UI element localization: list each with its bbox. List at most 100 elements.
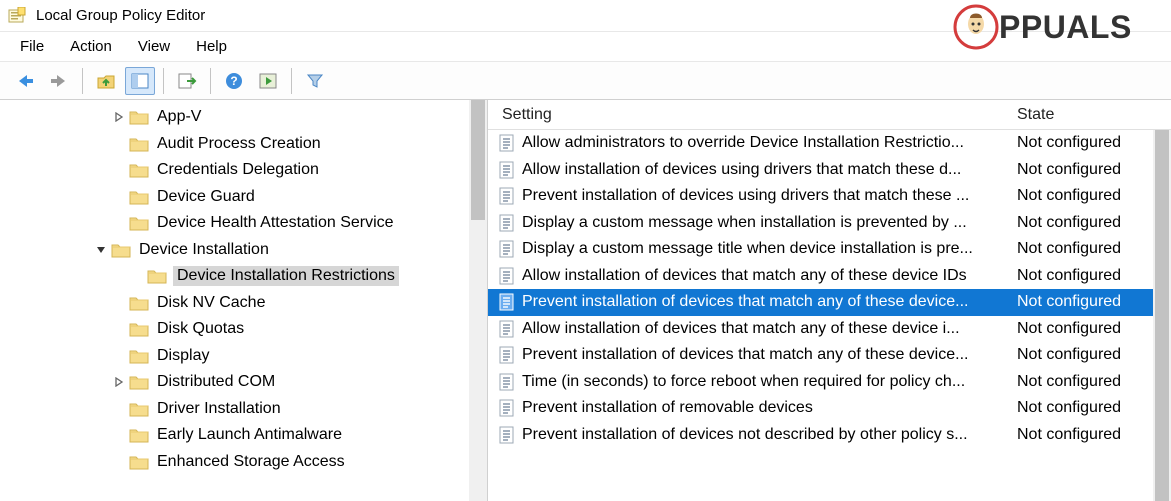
menubar: File Action View Help bbox=[0, 32, 1171, 62]
svg-text:?: ? bbox=[230, 74, 237, 88]
folder-icon bbox=[129, 348, 149, 364]
folder-icon bbox=[111, 242, 131, 258]
tree-item-label: Device Guard bbox=[157, 188, 255, 205]
column-header-setting[interactable]: Setting bbox=[488, 106, 1017, 124]
list-row[interactable]: Prevent installation of removable device… bbox=[488, 395, 1171, 422]
chevron-right-icon[interactable] bbox=[112, 110, 126, 124]
tree-item[interactable]: Device Guard bbox=[0, 184, 487, 211]
list-row[interactable]: Allow installation of devices that match… bbox=[488, 263, 1171, 290]
tree-item-label: Device Installation bbox=[139, 241, 269, 258]
back-button[interactable] bbox=[10, 67, 40, 95]
tree-panel: App-V Audit Process Creation Credentials D… bbox=[0, 100, 488, 501]
tree-item-label: Device Installation Restrictions bbox=[177, 267, 395, 284]
setting-state: Not configured bbox=[1017, 373, 1153, 391]
setting-name: Allow installation of devices that match… bbox=[522, 320, 1017, 338]
policy-icon bbox=[498, 134, 516, 152]
list-body: Allow administrators to override Device … bbox=[488, 130, 1171, 501]
forward-button[interactable] bbox=[44, 67, 74, 95]
setting-state: Not configured bbox=[1017, 161, 1153, 179]
setting-name: Allow administrators to override Device … bbox=[522, 134, 1017, 152]
setting-state: Not configured bbox=[1017, 320, 1153, 338]
export-button[interactable] bbox=[172, 67, 202, 95]
tree-item[interactable]: Device Health Attestation Service bbox=[0, 210, 487, 237]
tree-item[interactable]: Early Launch Antimalware bbox=[0, 422, 487, 449]
tree-item[interactable]: Audit Process Creation bbox=[0, 131, 487, 158]
column-header-state[interactable]: State bbox=[1017, 106, 1153, 124]
folder-icon bbox=[129, 215, 149, 231]
scrollbar-thumb[interactable] bbox=[471, 100, 485, 220]
tree-item[interactable]: Distributed COM bbox=[0, 369, 487, 396]
window-title: Local Group Policy Editor bbox=[36, 7, 205, 24]
policy-icon bbox=[498, 267, 516, 285]
tree-item[interactable]: Device Installation Restrictions bbox=[0, 263, 487, 290]
scrollbar-thumb[interactable] bbox=[1155, 130, 1169, 501]
list-row[interactable]: Allow installation of devices using driv… bbox=[488, 157, 1171, 184]
list-row[interactable]: Prevent installation of devices that mat… bbox=[488, 289, 1171, 316]
policy-icon bbox=[498, 320, 516, 338]
tree-item-label: Device Health Attestation Service bbox=[157, 214, 394, 231]
run-button[interactable] bbox=[253, 67, 283, 95]
menu-file[interactable]: File bbox=[20, 38, 44, 55]
tree-item-label: Audit Process Creation bbox=[157, 135, 321, 152]
tree-item[interactable]: Display bbox=[0, 343, 487, 370]
tree-item[interactable]: Disk NV Cache bbox=[0, 290, 487, 317]
menu-action[interactable]: Action bbox=[70, 38, 112, 55]
tree-item[interactable]: Credentials Delegation bbox=[0, 157, 487, 184]
help-button[interactable]: ? bbox=[219, 67, 249, 95]
menu-view[interactable]: View bbox=[138, 38, 170, 55]
tree-item[interactable]: Disk Quotas bbox=[0, 316, 487, 343]
policy-icon bbox=[498, 293, 516, 311]
list-row[interactable]: Display a custom message title when devi… bbox=[488, 236, 1171, 263]
list-row[interactable]: Prevent installation of devices that mat… bbox=[488, 342, 1171, 369]
list-panel: Setting State Allow administrators to ov… bbox=[488, 100, 1171, 501]
tree-item-label: App-V bbox=[157, 108, 201, 125]
tree-item[interactable]: Driver Installation bbox=[0, 396, 487, 423]
setting-name: Display a custom message when installati… bbox=[522, 214, 1017, 232]
list-row[interactable]: Allow installation of devices that match… bbox=[488, 316, 1171, 343]
folder-icon bbox=[129, 454, 149, 470]
tree-item-label: Early Launch Antimalware bbox=[157, 426, 342, 443]
up-folder-button[interactable] bbox=[91, 67, 121, 95]
list-row[interactable]: Prevent installation of devices using dr… bbox=[488, 183, 1171, 210]
folder-icon bbox=[129, 427, 149, 443]
toolbar-separator bbox=[291, 68, 292, 94]
titlebar: Local Group Policy Editor bbox=[0, 0, 1171, 32]
tree-item-label: Disk NV Cache bbox=[157, 294, 265, 311]
setting-state: Not configured bbox=[1017, 346, 1153, 364]
chevron-down-icon[interactable] bbox=[94, 243, 108, 257]
setting-state: Not configured bbox=[1017, 214, 1153, 232]
list-row[interactable]: Display a custom message when installati… bbox=[488, 210, 1171, 237]
policy-icon bbox=[498, 214, 516, 232]
setting-name: Prevent installation of devices not desc… bbox=[522, 426, 1017, 444]
setting-name: Prevent installation of removable device… bbox=[522, 399, 1017, 417]
setting-name: Prevent installation of devices that mat… bbox=[522, 293, 1017, 311]
policy-icon bbox=[498, 346, 516, 364]
list-row[interactable]: Time (in seconds) to force reboot when r… bbox=[488, 369, 1171, 396]
main-split: App-V Audit Process Creation Credentials D… bbox=[0, 100, 1171, 501]
tree-scrollbar[interactable] bbox=[469, 100, 487, 501]
setting-state: Not configured bbox=[1017, 399, 1153, 417]
menu-help[interactable]: Help bbox=[196, 38, 227, 55]
policy-icon bbox=[498, 426, 516, 444]
list-row[interactable]: Prevent installation of devices not desc… bbox=[488, 422, 1171, 449]
toolbar: ? bbox=[0, 62, 1171, 100]
tree-item[interactable]: Device Installation bbox=[0, 237, 487, 264]
folder-icon bbox=[129, 136, 149, 152]
setting-name: Allow installation of devices using driv… bbox=[522, 161, 1017, 179]
folder-icon bbox=[129, 401, 149, 417]
list-scrollbar[interactable] bbox=[1153, 130, 1171, 501]
show-hide-tree-button[interactable] bbox=[125, 67, 155, 95]
toolbar-separator bbox=[163, 68, 164, 94]
tree-item[interactable]: Enhanced Storage Access bbox=[0, 449, 487, 476]
tree-item[interactable]: App-V bbox=[0, 104, 487, 131]
folder-icon bbox=[129, 295, 149, 311]
folder-icon bbox=[129, 162, 149, 178]
policy-icon bbox=[498, 240, 516, 258]
chevron-right-icon[interactable] bbox=[112, 375, 126, 389]
list-row[interactable]: Allow administrators to override Device … bbox=[488, 130, 1171, 157]
list-header: Setting State bbox=[488, 100, 1171, 130]
filter-button[interactable] bbox=[300, 67, 330, 95]
tree-item-label: Display bbox=[157, 347, 209, 364]
setting-name: Prevent installation of devices using dr… bbox=[522, 187, 1017, 205]
toolbar-separator bbox=[82, 68, 83, 94]
